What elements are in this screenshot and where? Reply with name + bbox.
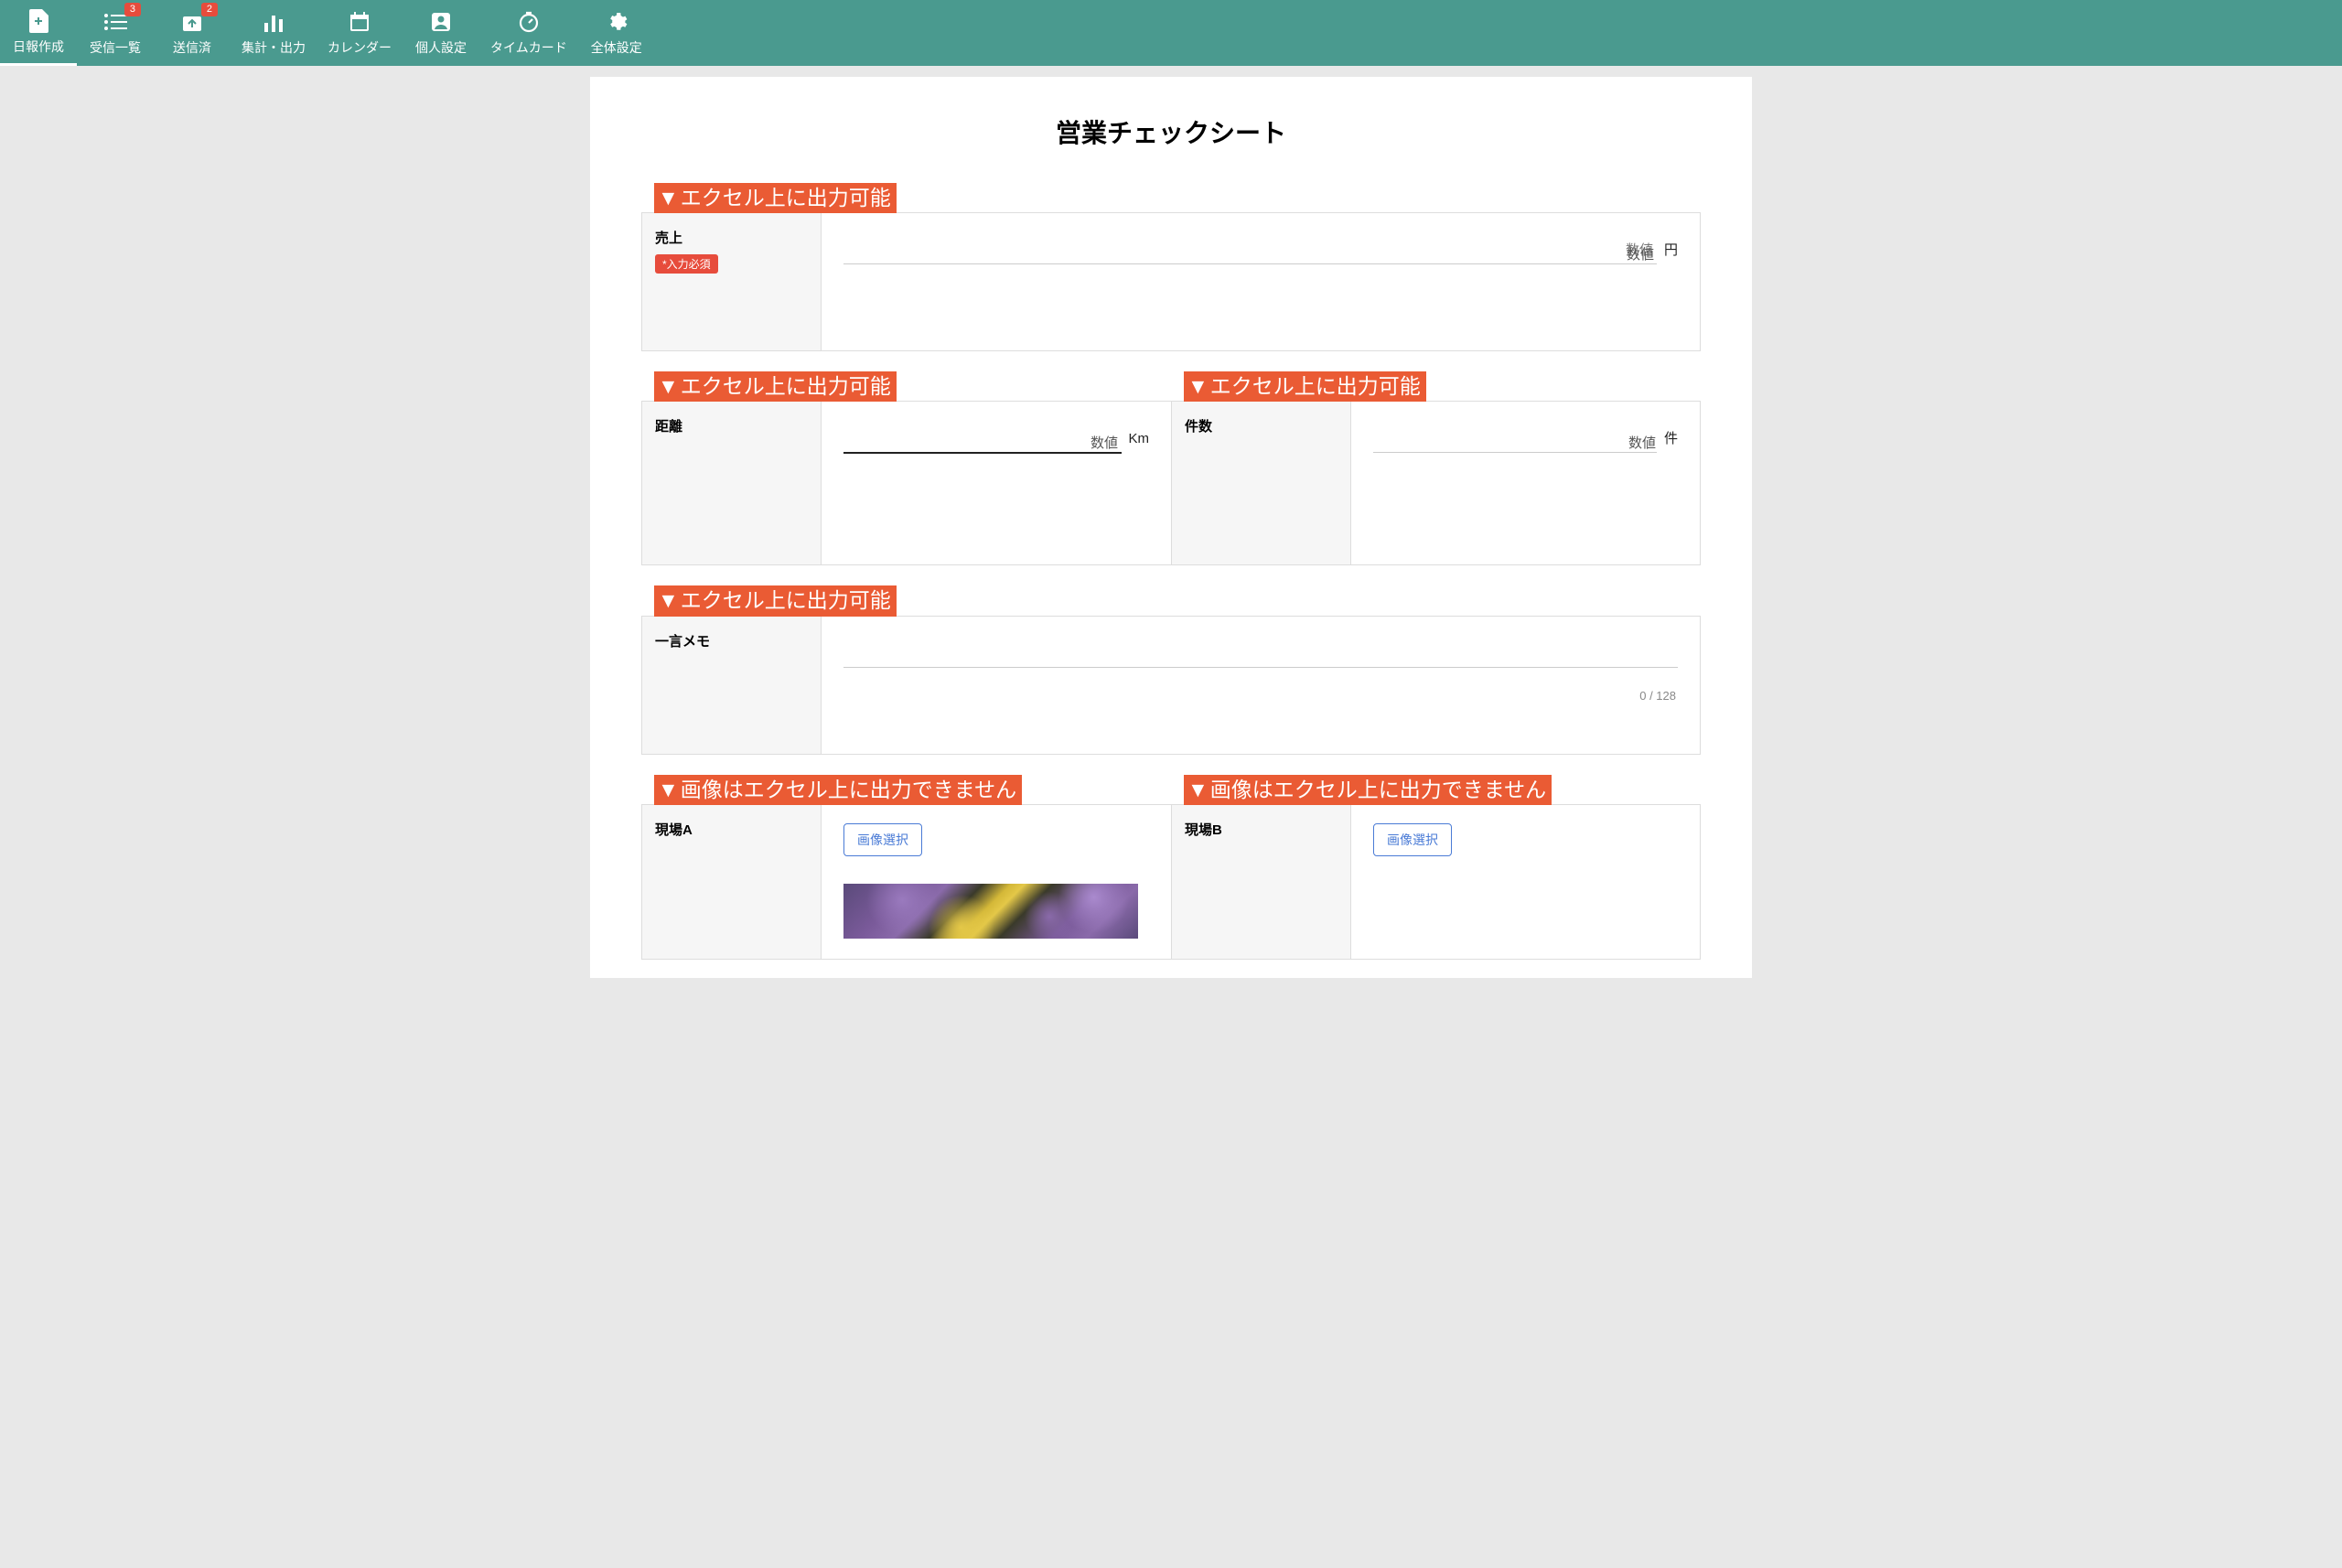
field-label-col: 売上 *入力必須 (642, 213, 822, 350)
count-input[interactable] (1373, 425, 1657, 453)
nav-item-global-settings[interactable]: 全体設定 (578, 0, 655, 66)
field-label-distance: 距離 (655, 416, 808, 435)
annotation-excel-ok: ▼エクセル上に出力可能 (654, 371, 897, 402)
required-badge: *入力必須 (655, 254, 718, 274)
field-label-sales: 売上 (655, 228, 808, 247)
field-input-col: 件 数値 (1351, 402, 1700, 564)
field-label-col: 距離 (642, 402, 822, 564)
badge-sent: 2 (201, 3, 218, 16)
timer-icon (516, 9, 542, 35)
page-wrapper: 営業チェックシート ▼エクセル上に出力可能 売上 *入力必須 円 数値 (0, 66, 2342, 978)
badge-inbox: 3 (124, 3, 141, 16)
sales-input[interactable] (843, 237, 1657, 264)
nav-item-calendar[interactable]: カレンダー (317, 0, 403, 66)
annotation-excel-ok: ▼エクセル上に出力可能 (654, 585, 897, 616)
field-label-memo: 一言メモ (655, 631, 808, 650)
account-icon (428, 9, 454, 35)
char-count: 0 / 128 (1639, 689, 1676, 703)
calendar-icon (347, 9, 372, 35)
field-distance: 距離 Km 数値 (641, 401, 1171, 565)
nav-label: 日報作成 (13, 38, 64, 56)
field-label-col: 件数 (1172, 402, 1351, 564)
unit-yen: 円 (1664, 240, 1678, 259)
field-sales: 売上 *入力必須 円 数値 (641, 212, 1701, 351)
nav-item-create-report[interactable]: 日報作成 (0, 0, 77, 66)
nav-label: カレンダー (328, 38, 392, 57)
top-nav: 日報作成 3 受信一覧 2 送信済 集計・出力 カレンダー 個人設定 (0, 0, 2342, 66)
image-preview-a (843, 884, 1138, 939)
image-select-button-b[interactable]: 画像選択 (1373, 823, 1452, 856)
field-input-col: 円 数値 (822, 213, 1700, 350)
page-card: 営業チェックシート ▼エクセル上に出力可能 売上 *入力必須 円 数値 (590, 77, 1752, 978)
field-site-a: 現場A 画像選択 (641, 804, 1171, 960)
image-select-button-a[interactable]: 画像選択 (843, 823, 922, 856)
field-input-col: 画像選択 (822, 805, 1171, 959)
field-label-col: 現場B (1172, 805, 1351, 959)
field-label-col: 一言メモ (642, 617, 822, 754)
nav-label: タイムカード (490, 38, 567, 57)
nav-item-inbox[interactable]: 3 受信一覧 (77, 0, 154, 66)
nav-item-sent[interactable]: 2 送信済 (154, 0, 231, 66)
nav-item-personal-settings[interactable]: 個人設定 (403, 0, 479, 66)
unit-km: Km (1129, 431, 1150, 446)
nav-item-timecard[interactable]: タイムカード (479, 0, 578, 66)
annotation-image-ng: ▼画像はエクセル上に出力できません (654, 775, 1022, 805)
field-count: 件数 件 数値 (1171, 401, 1701, 565)
field-memo: 一言メモ 0 / 128 (641, 616, 1701, 755)
distance-input[interactable] (843, 425, 1122, 454)
nav-item-aggregate[interactable]: 集計・出力 (231, 0, 317, 66)
nav-label: 受信一覧 (90, 38, 141, 57)
nav-label: 全体設定 (591, 38, 642, 57)
nav-label: 個人設定 (415, 38, 467, 57)
field-input-col: Km 数値 (822, 402, 1171, 564)
field-label-site-b: 現場B (1185, 820, 1338, 839)
file-plus-icon (26, 8, 51, 34)
nav-label: 集計・出力 (242, 38, 306, 57)
field-label-count: 件数 (1185, 416, 1338, 435)
page-title: 営業チェックシート (641, 113, 1701, 150)
bar-chart-icon (261, 9, 286, 35)
annotation-image-ng: ▼画像はエクセル上に出力できません (1184, 775, 1552, 805)
gear-icon (604, 9, 629, 35)
nav-label: 送信済 (173, 38, 211, 57)
unit-ken: 件 (1664, 428, 1678, 447)
annotation-excel-ok: ▼エクセル上に出力可能 (1184, 371, 1426, 402)
field-label-col: 現場A (642, 805, 822, 959)
field-input-col: 画像選択 (1351, 805, 1700, 959)
field-input-col: 0 / 128 (822, 617, 1700, 754)
field-site-b: 現場B 画像選択 (1171, 804, 1701, 960)
memo-input[interactable] (843, 640, 1678, 668)
annotation-excel-ok: ▼エクセル上に出力可能 (654, 183, 897, 213)
field-label-site-a: 現場A (655, 820, 808, 839)
